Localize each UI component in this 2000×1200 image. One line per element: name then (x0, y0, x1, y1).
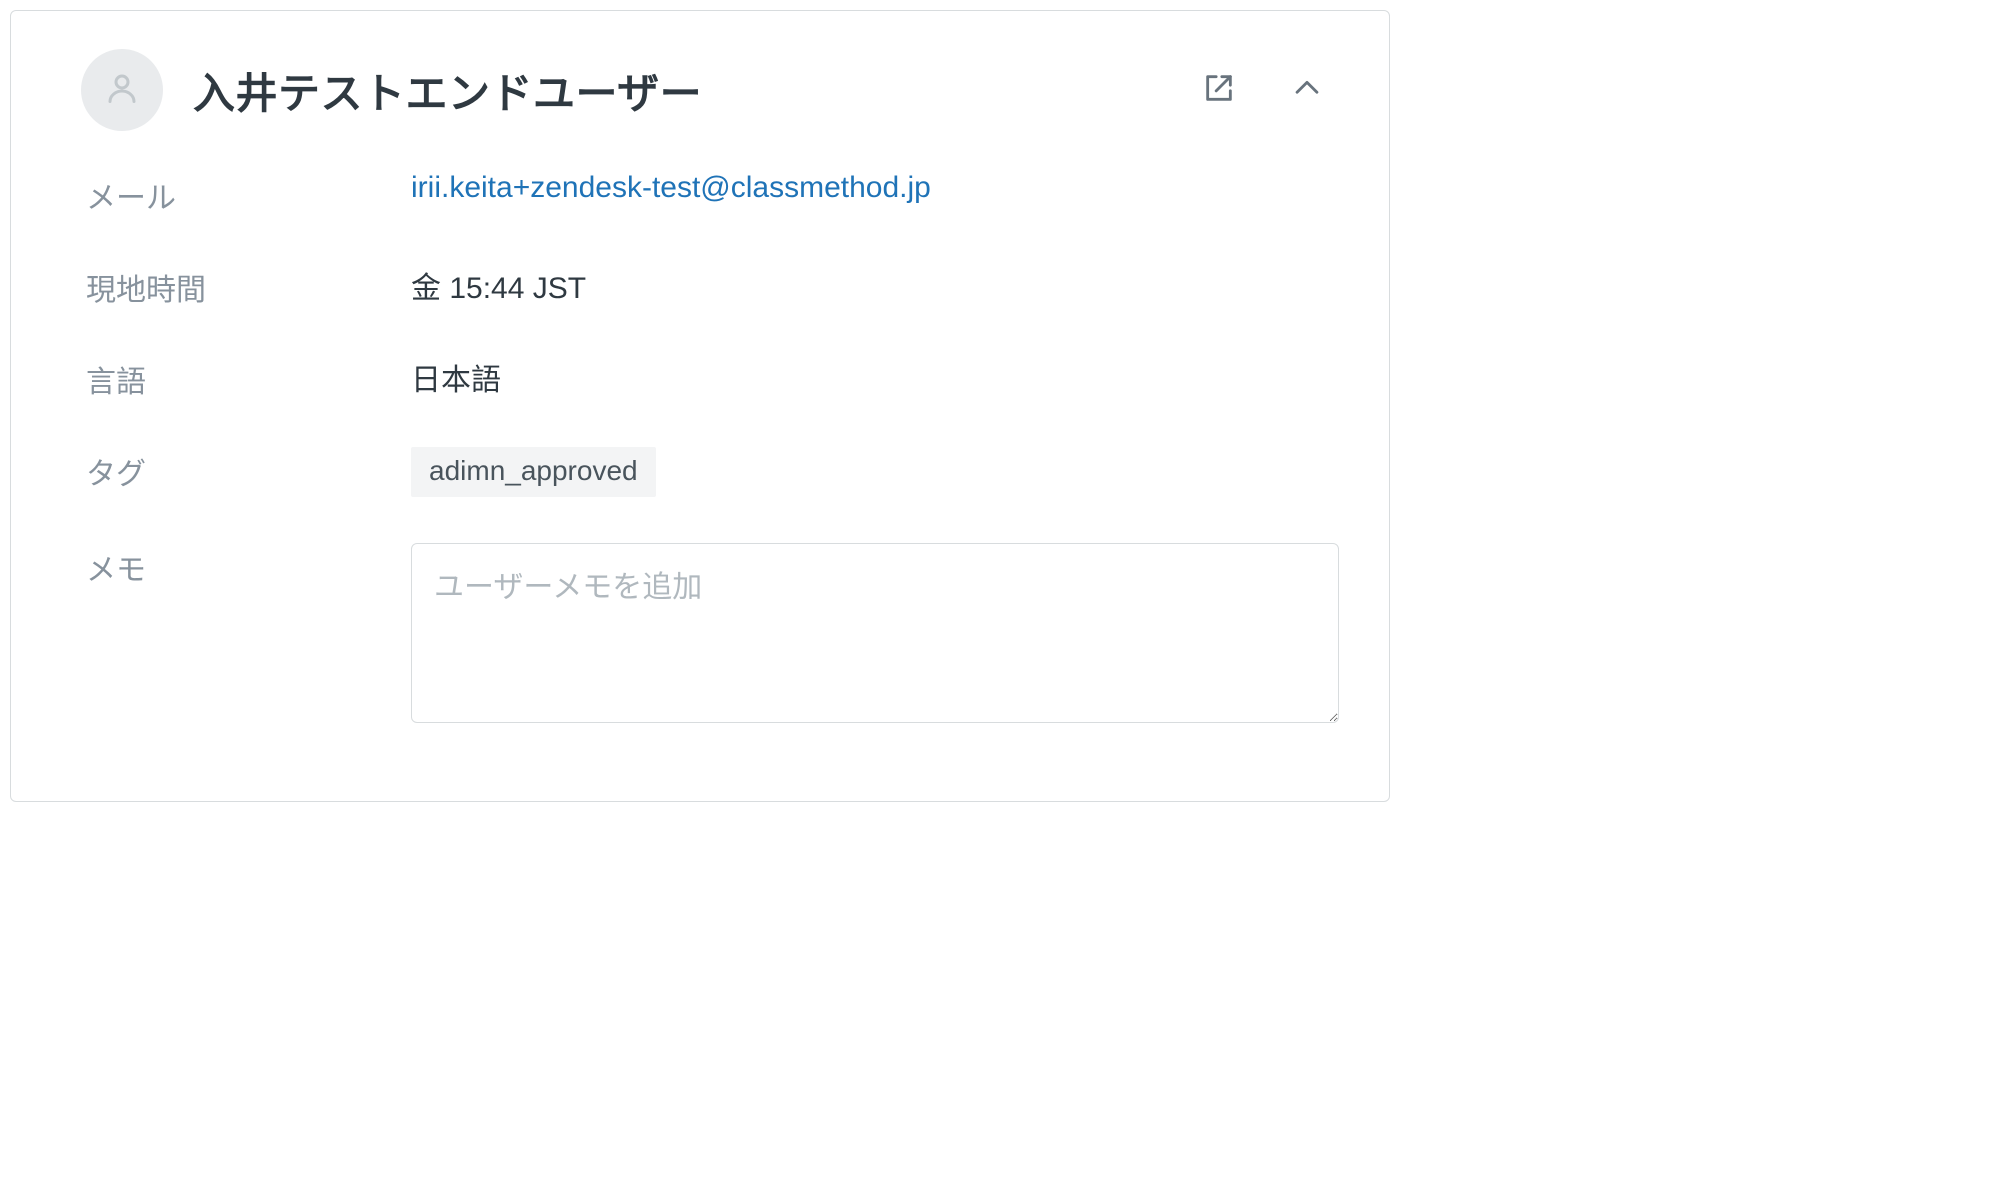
localtime-row: 現地時間 金 15:44 JST (86, 263, 1339, 309)
memo-textarea[interactable] (411, 543, 1339, 723)
header-actions (1195, 66, 1331, 114)
memo-value-container (411, 543, 1339, 731)
memo-label: メモ (86, 543, 411, 589)
email-value[interactable]: irii.keita+zendesk-test@classmethod.jp (411, 171, 1339, 205)
language-row: 言語 日本語 (86, 355, 1339, 401)
language-value: 日本語 (411, 355, 1339, 399)
person-icon (104, 70, 140, 111)
language-label: 言語 (86, 355, 411, 401)
memo-row: メモ (86, 543, 1339, 731)
chevron-up-icon (1290, 71, 1324, 110)
external-link-icon (1202, 71, 1236, 110)
user-name: 入井テストエンドユーザー (193, 60, 1165, 121)
tags-row: タグ adimn_approved (86, 447, 1339, 497)
tags-value: adimn_approved (411, 447, 1339, 497)
email-row: メール irii.keita+zendesk-test@classmethod.… (86, 171, 1339, 217)
user-avatar (81, 49, 163, 131)
card-header: 入井テストエンドユーザー (11, 11, 1389, 161)
email-label: メール (86, 171, 411, 217)
tag-item[interactable]: adimn_approved (411, 447, 656, 497)
user-details: メール irii.keita+zendesk-test@classmethod.… (11, 161, 1389, 801)
tags-label: タグ (86, 447, 411, 493)
collapse-button[interactable] (1283, 66, 1331, 114)
localtime-label: 現地時間 (86, 263, 411, 309)
localtime-value: 金 15:44 JST (411, 263, 1339, 307)
open-external-button[interactable] (1195, 66, 1243, 114)
user-profile-card: 入井テストエンドユーザー (10, 10, 1390, 802)
